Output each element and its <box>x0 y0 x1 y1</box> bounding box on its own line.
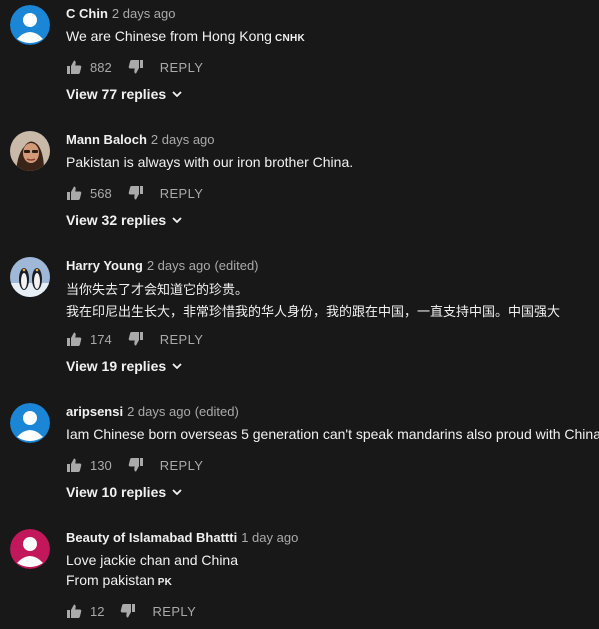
like-count: 130 <box>90 457 112 473</box>
comment-text: Pakistan is always with our iron brother… <box>66 154 353 170</box>
author-line: C Chin 2 days ago <box>66 6 176 21</box>
flag-label: PK <box>157 577 173 588</box>
comment-text: From pakistan PK <box>66 572 172 588</box>
reply-button[interactable]: REPLY <box>152 604 196 619</box>
comment-actions: 12 REPLY <box>66 603 196 619</box>
thumbs-down-icon[interactable] <box>128 457 144 473</box>
avatar[interactable] <box>10 131 50 171</box>
user-avatar-icon <box>10 403 50 443</box>
chevron-down-icon <box>172 489 182 495</box>
comment-time[interactable]: 2 days ago <box>151 132 215 147</box>
thumbs-up-icon[interactable] <box>66 185 82 201</box>
author-name[interactable]: aripsensi <box>66 404 123 419</box>
chevron-down-icon <box>172 217 182 223</box>
view-replies-button[interactable]: View 10 replies <box>66 484 182 500</box>
view-replies-label: View 19 replies <box>66 358 167 374</box>
user-avatar-icon <box>10 5 50 45</box>
comment-text-line: 我在印尼出生长大，非常珍惜我的华人身份，我的跟在中国，一直支持中国。中国强大 <box>66 305 561 320</box>
reply-button[interactable]: REPLY <box>160 332 204 347</box>
author-name[interactable]: C Chin <box>66 6 108 21</box>
comment-text-line: Love jackie chan and China <box>66 552 239 568</box>
comment-text-line: Pakistan is always with our iron brother… <box>66 154 354 170</box>
comment-text: 当你失去了才会知道它的珍贵。 <box>66 279 248 298</box>
view-replies-label: View 10 replies <box>66 484 167 500</box>
comment-actions: 174 REPLY <box>66 331 203 347</box>
comment-text: We are Chinese from Hong Kong CNHK <box>66 28 305 44</box>
thumbs-up-icon[interactable] <box>66 331 82 347</box>
author-name[interactable]: Harry Young <box>66 258 143 273</box>
author-line: Mann Baloch 2 days ago <box>66 132 215 147</box>
reply-button[interactable]: REPLY <box>160 60 204 75</box>
view-replies-button[interactable]: View 32 replies <box>66 212 182 228</box>
comment-actions: 568 REPLY <box>66 185 203 201</box>
comment-actions: 882 REPLY <box>66 59 203 75</box>
thumbs-down-icon[interactable] <box>128 185 144 201</box>
thumbs-down-icon[interactable] <box>120 603 136 619</box>
avatar[interactable] <box>10 529 50 569</box>
view-replies-button[interactable]: View 19 replies <box>66 358 182 374</box>
like-count: 12 <box>90 603 105 619</box>
view-replies-label: View 32 replies <box>66 212 167 228</box>
like-count: 174 <box>90 331 112 347</box>
profile-photo-icon <box>10 131 50 171</box>
like-count: 882 <box>90 59 112 75</box>
comment-actions: 130 REPLY <box>66 457 203 473</box>
author-line: Harry Young 2 days ago (edited) <box>66 258 259 273</box>
chevron-down-icon <box>172 91 182 97</box>
thumbs-up-icon[interactable] <box>66 603 82 619</box>
avatar[interactable] <box>10 5 50 45</box>
profile-photo-icon <box>10 257 50 297</box>
flag-label: CNHK <box>274 33 306 44</box>
author-line: aripsensi 2 days ago (edited) <box>66 404 239 419</box>
author-name[interactable]: Mann Baloch <box>66 132 147 147</box>
view-replies-button[interactable]: View 77 replies <box>66 86 182 102</box>
reply-button[interactable]: REPLY <box>160 186 204 201</box>
comment-text-line: From pakistan <box>66 572 155 588</box>
user-avatar-icon <box>10 529 50 569</box>
comment-time[interactable]: 2 days ago <box>112 6 176 21</box>
comment-text: Love jackie chan and China <box>66 552 238 568</box>
author-name[interactable]: Beauty of Islamabad Bhattti <box>66 530 237 545</box>
comment-time[interactable]: 2 days ago <box>147 258 211 273</box>
edited-label: (edited) <box>214 258 259 273</box>
comment-text: 我在印尼出生长大，非常珍惜我的华人身份，我的跟在中国，一直支持中国。中国强大 <box>66 301 560 320</box>
comment-text: Iam Chinese born overseas 5 generation c… <box>66 426 599 442</box>
edited-label: (edited) <box>194 404 239 419</box>
thumbs-up-icon[interactable] <box>66 59 82 75</box>
comment-text-line: 当你失去了才会知道它的珍贵。 <box>66 283 249 298</box>
reply-button[interactable]: REPLY <box>160 458 204 473</box>
comment-text-line: Iam Chinese born overseas 5 generation c… <box>66 426 599 442</box>
like-count: 568 <box>90 185 112 201</box>
comment-time[interactable]: 2 days ago <box>127 404 191 419</box>
author-line: Beauty of Islamabad Bhattti 1 day ago <box>66 530 298 545</box>
thumbs-up-icon[interactable] <box>66 457 82 473</box>
comment-time[interactable]: 1 day ago <box>241 530 298 545</box>
avatar[interactable] <box>10 403 50 443</box>
chevron-down-icon <box>172 363 182 369</box>
comment-text-line: We are Chinese from Hong Kong <box>66 28 272 44</box>
avatar[interactable] <box>10 257 50 297</box>
view-replies-label: View 77 replies <box>66 86 167 102</box>
thumbs-down-icon[interactable] <box>128 331 144 347</box>
thumbs-down-icon[interactable] <box>128 59 144 75</box>
